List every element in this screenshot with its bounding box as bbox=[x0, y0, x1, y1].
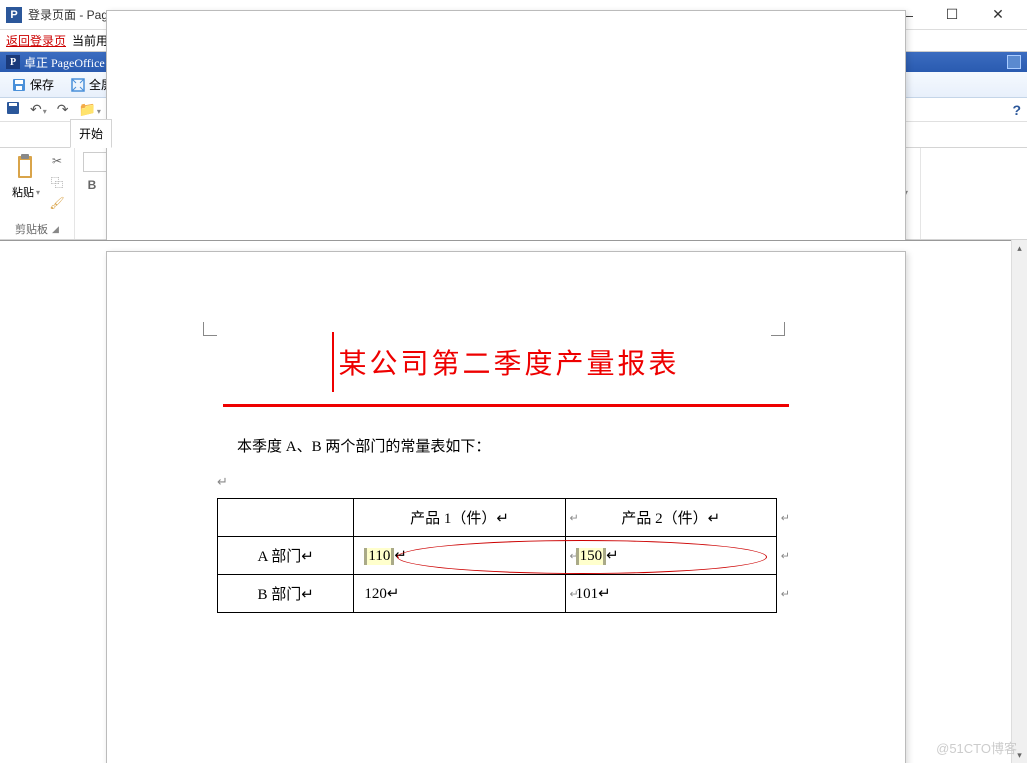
cell-a-p2[interactable]: 150↵↵ bbox=[565, 537, 776, 575]
bold-button[interactable]: B bbox=[83, 176, 101, 194]
maximize-button[interactable]: ☐ bbox=[929, 0, 975, 30]
paste-icon bbox=[12, 154, 40, 182]
document-background: 某公司第二季度产量报表 本季度 A、B 两个部门的常量表如下： ↵ 产品 1（件… bbox=[0, 240, 1027, 763]
table-header-blank[interactable] bbox=[218, 499, 354, 537]
fullscreen-icon bbox=[70, 77, 86, 93]
document-page[interactable]: 某公司第二季度产量报表 本季度 A、B 两个部门的常量表如下： ↵ 产品 1（件… bbox=[106, 251, 906, 763]
save-icon bbox=[11, 77, 27, 93]
data-table[interactable]: 产品 1（件）↵↵ 产品 2（件）↵↵ A 部门↵ 110↵↵ 150↵↵ B … bbox=[217, 498, 777, 613]
open-button[interactable]: 📁▾ bbox=[76, 101, 102, 118]
table-row-b: B 部门↵ 120↵↵ 101↵↵ bbox=[218, 575, 777, 613]
table-header-p2[interactable]: 产品 2（件）↵↵ bbox=[565, 499, 776, 537]
vertical-scrollbar[interactable]: ▴ ▾ bbox=[1011, 240, 1027, 763]
platform-bar: P 卓正 PageOffice 开发平台 | 第 1 页，共 1 页 bbox=[0, 52, 1027, 72]
title-underline bbox=[223, 404, 789, 407]
table-header-row: 产品 1（件）↵↵ 产品 2（件）↵↵ bbox=[218, 499, 777, 537]
cut-button[interactable]: ✂ bbox=[48, 152, 66, 170]
document-title[interactable]: 某公司第二季度产量报表 bbox=[332, 332, 679, 392]
save-label: 保存 bbox=[30, 76, 54, 93]
back-to-login-link[interactable]: 返回登录页 bbox=[6, 32, 66, 49]
close-button[interactable]: ✕ bbox=[975, 0, 1021, 30]
platform-icon: P bbox=[6, 55, 20, 69]
redo-button[interactable]: ↷ bbox=[55, 101, 71, 118]
table-row-a: A 部门↵ 110↵↵ 150↵↵ bbox=[218, 537, 777, 575]
group-clipboard: 粘贴▾ ✂ ⿻ 🖌 剪贴板 ◢ bbox=[0, 148, 75, 239]
document-subtitle[interactable]: 本季度 A、B 两个部门的常量表如下： bbox=[237, 435, 795, 456]
clipboard-launcher[interactable]: ◢ bbox=[52, 224, 59, 235]
scroll-up-button[interactable]: ▴ bbox=[1012, 240, 1027, 256]
cell-b-p2[interactable]: 101↵↵ bbox=[565, 575, 776, 613]
scroll-track[interactable] bbox=[1012, 256, 1027, 747]
table-header-p1[interactable]: 产品 1（件）↵↵ bbox=[354, 499, 565, 537]
app-icon: P bbox=[6, 7, 22, 23]
watermark-text: @51CTO博客 bbox=[936, 738, 1017, 757]
help-button[interactable]: ? bbox=[1010, 102, 1023, 118]
cell-b-dept[interactable]: B 部门↵ bbox=[218, 575, 354, 613]
expand-icon[interactable] bbox=[1007, 55, 1021, 69]
tab-home[interactable]: 开始 bbox=[70, 119, 112, 148]
cell-a-p1[interactable]: 110↵↵ bbox=[354, 537, 565, 575]
document-area[interactable]: 某公司第二季度产量报表 本季度 A、B 两个部门的常量表如下： ↵ 产品 1（件… bbox=[0, 240, 1011, 763]
paste-label: 粘贴 bbox=[12, 184, 34, 200]
paste-button[interactable]: 粘贴▾ bbox=[8, 152, 44, 202]
cell-a-dept[interactable]: A 部门↵ bbox=[218, 537, 354, 575]
copy-button[interactable]: ⿻ bbox=[48, 173, 66, 191]
format-painter-button[interactable]: 🖌 bbox=[48, 194, 66, 212]
file-save-icon[interactable] bbox=[4, 101, 22, 118]
undo-button[interactable]: ↶▾ bbox=[28, 101, 49, 118]
paragraph-mark: ↵ bbox=[217, 474, 795, 490]
save-button[interactable]: 保存 bbox=[4, 73, 61, 96]
cell-b-p1[interactable]: 120↵↵ bbox=[354, 575, 565, 613]
clipboard-label: 剪贴板 bbox=[15, 221, 48, 237]
